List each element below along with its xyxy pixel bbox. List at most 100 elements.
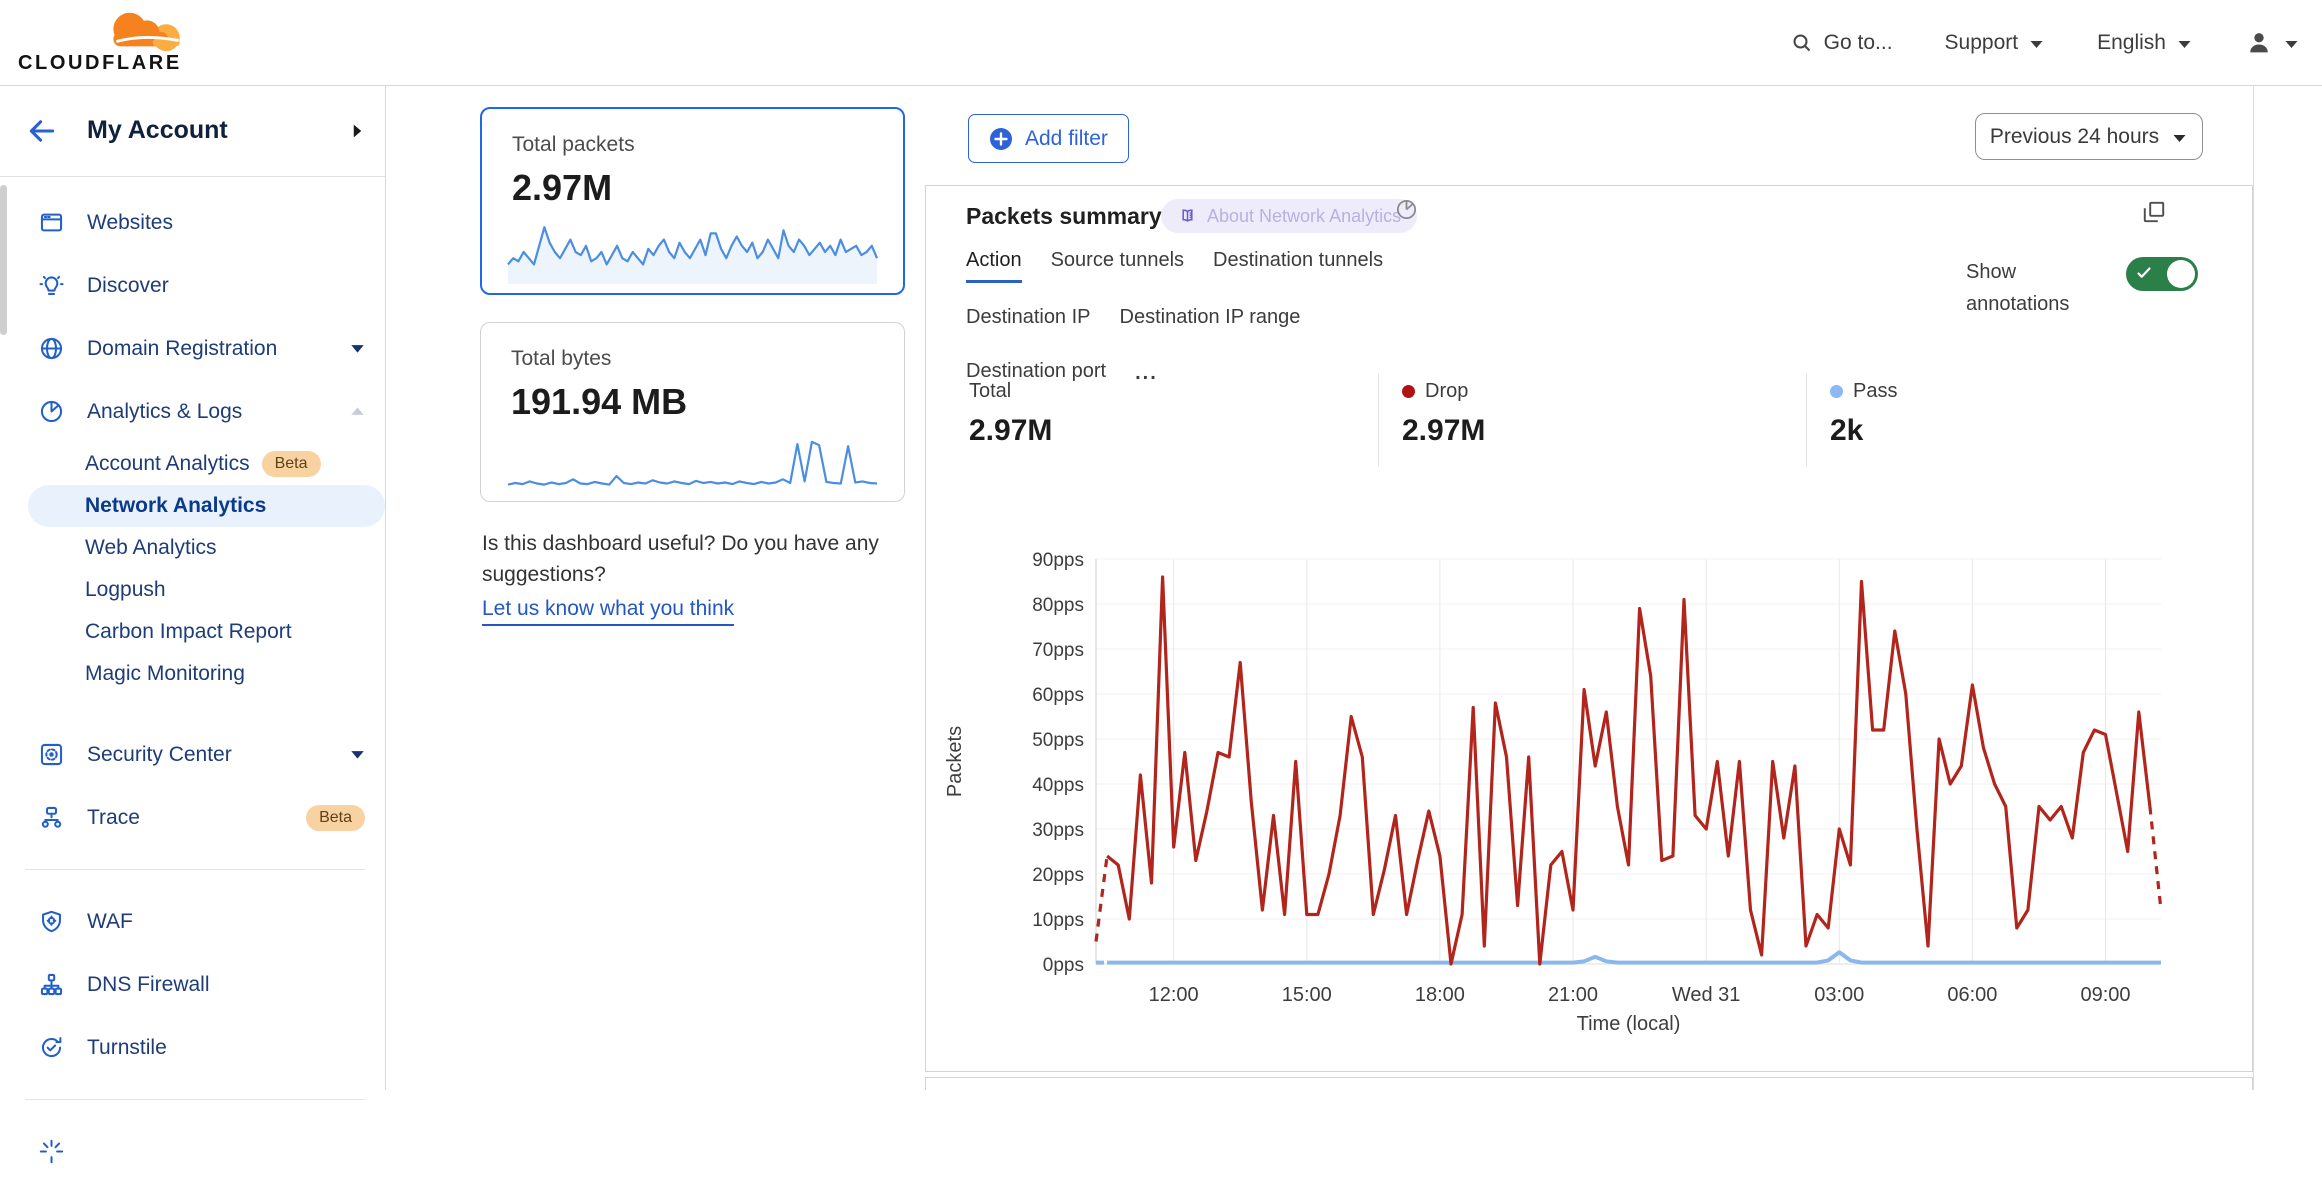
pie-icon <box>38 398 65 425</box>
svg-text:0pps: 0pps <box>1043 955 1084 976</box>
sidebar-item-web-analytics[interactable]: Web Analytics <box>0 527 385 569</box>
dimension-tabs: Action Source tunnels Destination tunnels D… <box>966 249 1466 391</box>
svg-text:06:00: 06:00 <box>1947 984 1997 1006</box>
sidebar-item-domain-registration[interactable]: Domain Registration <box>0 317 385 380</box>
account-name[interactable]: My Account <box>87 116 350 145</box>
stat-total: Total 2.97M <box>926 374 1378 466</box>
sidebar-scrollbar[interactable] <box>0 185 7 335</box>
stats-row: Total 2.97M Drop 2.97M Pass 2k <box>926 374 2254 466</box>
feedback-link[interactable]: Let us know what you think <box>482 593 734 626</box>
pie-chart-icon[interactable] <box>1394 197 1419 222</box>
search-icon <box>1790 31 1814 55</box>
svg-text:15:00: 15:00 <box>1282 984 1332 1006</box>
go-to-label: Go to... <box>1824 31 1893 55</box>
sidebar-item-label: Magic Monitoring <box>85 662 245 686</box>
sidebar-item-waf[interactable]: WAF <box>0 890 385 953</box>
svg-text:Time (local): Time (local) <box>1577 1013 1681 1035</box>
sidebar-item-account-analytics[interactable]: Account AnalyticsBeta <box>0 443 385 485</box>
sidebar-item-dns-firewall[interactable]: DNS Firewall <box>0 953 385 1016</box>
svg-text:50pps: 50pps <box>1032 730 1084 751</box>
tab-destination-tunnels[interactable]: Destination tunnels <box>1213 249 1383 283</box>
sidebar-item-label: Analytics & Logs <box>87 400 350 424</box>
tab-action[interactable]: Action <box>966 249 1022 283</box>
sidebar-item-item[interactable] <box>0 1120 385 1183</box>
sidebar-item-logpush[interactable]: Logpush <box>0 569 385 611</box>
add-filter-button[interactable]: Add filter <box>968 114 1129 163</box>
sidebar-item-label: Web Analytics <box>85 536 217 560</box>
next-panel-edge <box>925 1077 2253 1090</box>
sidebar-item-turnstile[interactable]: Turnstile <box>0 1016 385 1079</box>
svg-text:Packets: Packets <box>944 726 966 797</box>
svg-text:40pps: 40pps <box>1032 775 1084 796</box>
card-value: 2.97M <box>512 167 903 209</box>
lightbulb-icon <box>38 272 65 299</box>
feedback-question: Is this dashboard useful? Do you have an… <box>482 528 922 590</box>
time-range-selector[interactable]: Previous 24 hours <box>1975 113 2203 160</box>
total-packets-sparkline <box>504 215 881 287</box>
sidebar-gap <box>0 695 385 723</box>
sidebar-item-security-center[interactable]: Security Center <box>0 723 385 786</box>
expand-panel-icon[interactable] <box>2141 199 2167 225</box>
user-icon <box>2245 29 2273 57</box>
tab-destination-ip[interactable]: Destination IP <box>966 306 1091 337</box>
sidebar-item-trace[interactable]: TraceBeta <box>0 786 385 849</box>
globe-icon <box>38 335 65 362</box>
card-title: Total bytes <box>511 347 904 371</box>
sidebar-divider <box>25 869 365 870</box>
total-packets-card[interactable]: Total packets 2.97M <box>480 107 905 295</box>
svg-text:80pps: 80pps <box>1032 595 1084 616</box>
beta-badge: Beta <box>306 805 365 831</box>
cloudflare-logo[interactable]: CLOUDFLARE <box>18 4 228 80</box>
shield-icon <box>38 908 65 935</box>
annotations-toggle[interactable] <box>2126 257 2198 291</box>
book-icon <box>1177 206 1198 227</box>
sidebar-item-carbon-impact-report[interactable]: Carbon Impact Report <box>0 611 385 653</box>
card-title: Total packets <box>512 133 903 157</box>
svg-text:12:00: 12:00 <box>1149 984 1199 1006</box>
support-menu[interactable]: Support <box>1945 31 2046 55</box>
burst-icon <box>38 1138 65 1165</box>
svg-text:21:00: 21:00 <box>1548 984 1598 1006</box>
sidebar-item-label: Account Analytics <box>85 452 250 476</box>
panel-title: Packets summary <box>966 203 1162 230</box>
svg-text:09:00: 09:00 <box>2081 984 2131 1006</box>
svg-text:90pps: 90pps <box>1032 550 1084 571</box>
card-value: 191.94 MB <box>511 381 904 423</box>
check-icon <box>2136 265 2152 281</box>
tab-source-tunnels[interactable]: Source tunnels <box>1051 249 1184 283</box>
feedback-block: Is this dashboard useful? Do you have an… <box>482 528 922 626</box>
about-network-analytics-badge[interactable]: About Network Analytics <box>1161 199 1417 233</box>
chevron-down-icon <box>350 749 365 760</box>
chevron-down-icon <box>2283 38 2300 50</box>
total-bytes-card[interactable]: Total bytes 191.94 MB <box>480 322 905 502</box>
turnstile-icon <box>38 1034 65 1061</box>
stat-pass: Pass 2k <box>1806 374 2206 466</box>
language-menu[interactable]: English <box>2097 31 2193 55</box>
sidebar-item-label: Domain Registration <box>87 337 350 361</box>
cloudflare-cloud-icon <box>88 6 206 54</box>
sidebar-item-label: Network Analytics <box>85 494 266 518</box>
back-arrow-icon[interactable] <box>25 114 59 148</box>
packets-time-series-chart: 0pps10pps20pps30pps40pps50pps60pps70pps8… <box>931 546 2261 1056</box>
sidebar-item-websites[interactable]: Websites <box>0 191 385 254</box>
tab-destination-ip-range[interactable]: Destination IP range <box>1120 306 1301 337</box>
nodes-icon <box>38 971 65 998</box>
account-header: My Account <box>0 85 385 177</box>
sidebar-item-label: Turnstile <box>87 1036 365 1060</box>
sidebar-item-discover[interactable]: Discover <box>0 254 385 317</box>
chevron-right-icon[interactable] <box>350 122 365 140</box>
chevron-down-icon <box>2176 38 2193 50</box>
chevron-down-icon <box>2171 132 2188 144</box>
sidebar-item-label: Discover <box>87 274 365 298</box>
sidebar-item-label: DNS Firewall <box>87 973 365 997</box>
go-to-search[interactable]: Go to... <box>1790 31 1893 55</box>
sidebar-item-network-analytics[interactable]: Network Analytics <box>28 485 385 527</box>
user-menu[interactable] <box>2245 29 2300 57</box>
stat-drop: Drop 2.97M <box>1378 374 1806 466</box>
sidebar-divider <box>25 1099 365 1100</box>
about-badge-label: About Network Analytics <box>1207 206 1401 227</box>
svg-text:30pps: 30pps <box>1032 820 1084 841</box>
sidebar-item-magic-monitoring[interactable]: Magic Monitoring <box>0 653 385 695</box>
total-bytes-sparkline <box>504 429 881 495</box>
sidebar-item-analytics-logs[interactable]: Analytics & Logs <box>0 380 385 443</box>
